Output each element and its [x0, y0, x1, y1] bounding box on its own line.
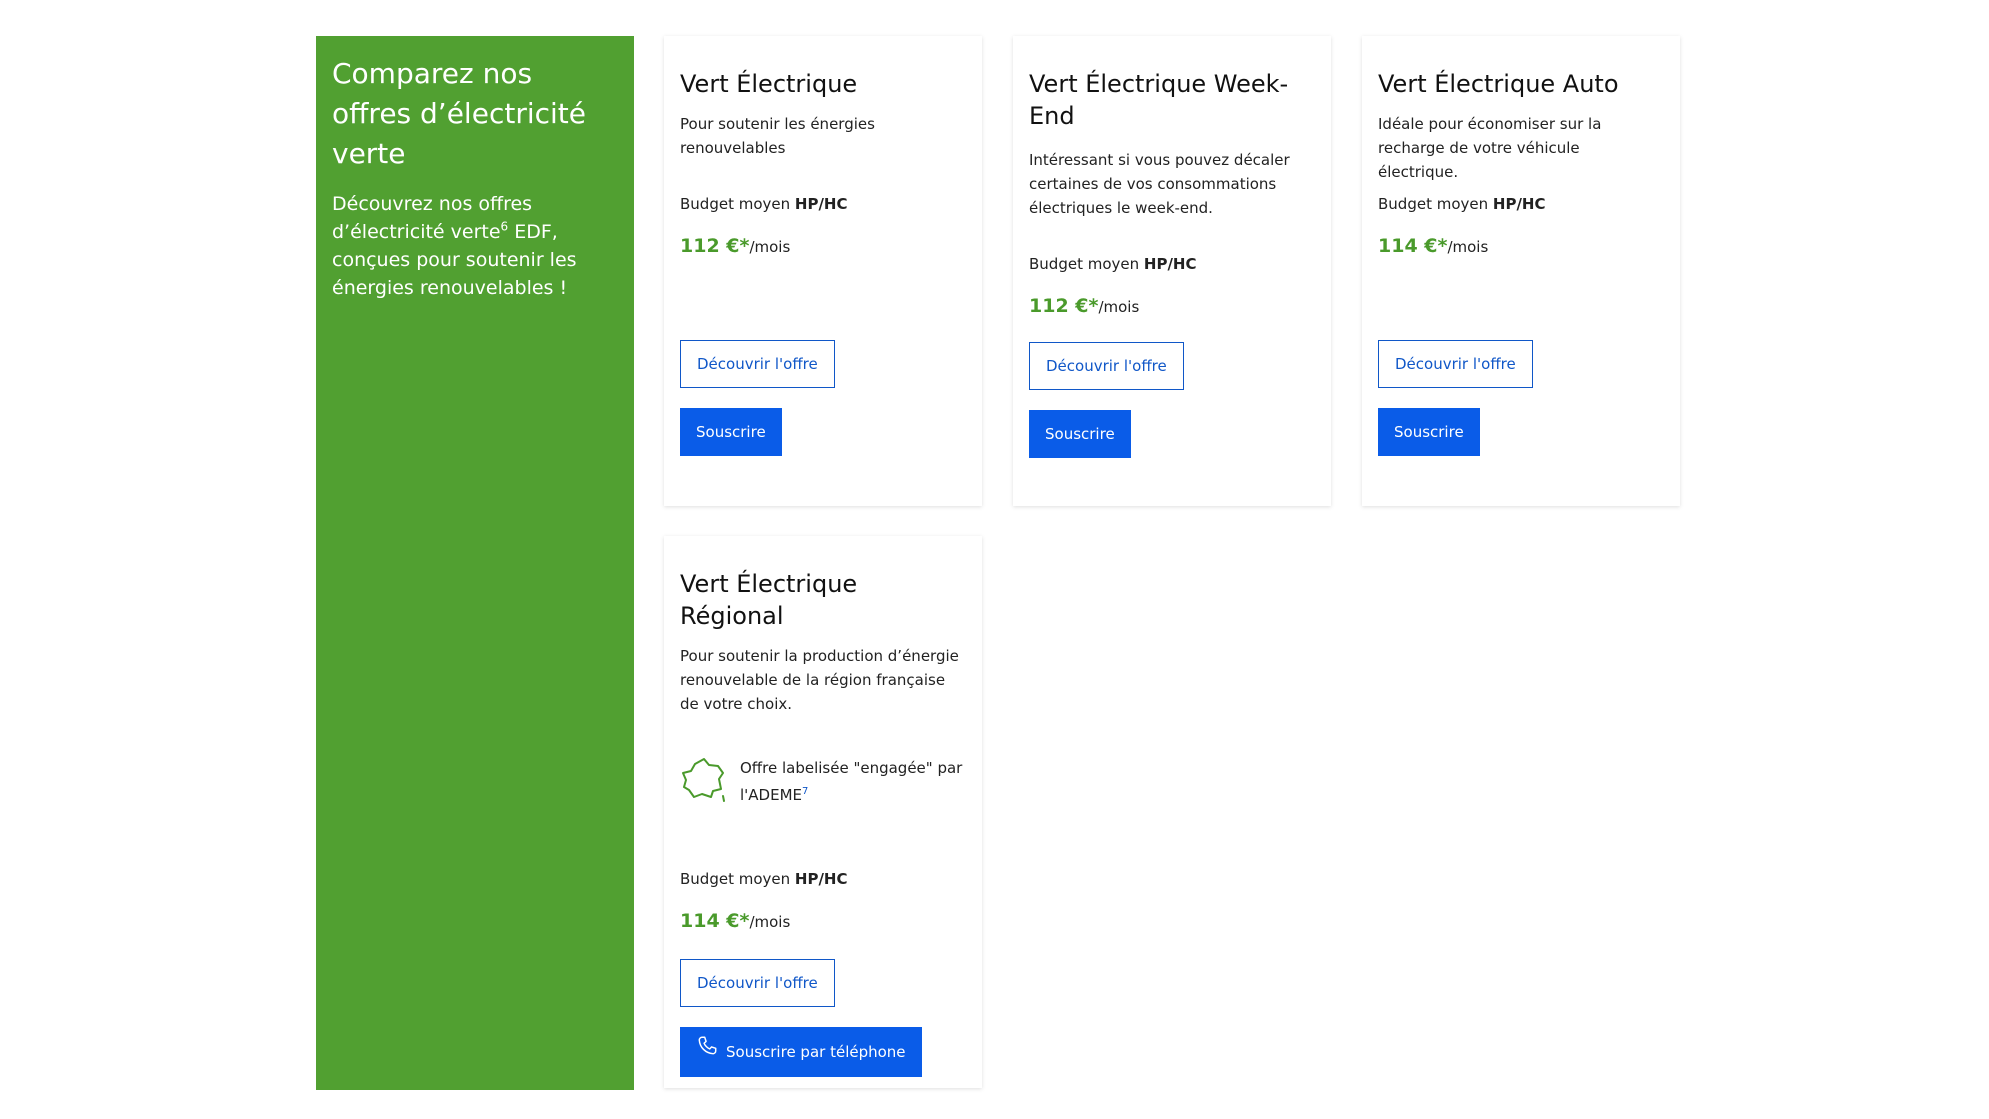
offer-card-vert-electrique-regional: Vert Électrique Régional Pour soutenir l…: [664, 536, 982, 1088]
offer-price: 114 €*/mois: [680, 910, 791, 932]
discover-offer-button[interactable]: Découvrir l'offre: [1029, 342, 1184, 390]
offer-card-vert-electrique-week-end: Vert Électrique Week-End Intéressant si …: [1013, 36, 1331, 506]
offer-price: 114 €*/mois: [1378, 235, 1489, 257]
footnote-7[interactable]: 7: [802, 786, 808, 797]
promo-panel: Comparez nos offres d’électricité verte …: [316, 36, 634, 1090]
promo-text: Découvrez nos offres d’électricité verte…: [332, 193, 577, 299]
france-map-icon: [680, 756, 728, 808]
subscribe-by-phone-label: Souscrire par téléphone: [726, 1043, 906, 1061]
offer-description: Intéressant si vous pouvez décaler certa…: [1029, 151, 1290, 217]
offer-card-vert-electrique-auto: Vert Électrique Auto Idéale pour économi…: [1362, 36, 1680, 506]
discover-offer-button[interactable]: Découvrir l'offre: [1378, 340, 1533, 388]
offer-card-vert-electrique: Vert Électrique Pour soutenir les énergi…: [664, 36, 982, 506]
offer-price: 112 €*/mois: [680, 235, 791, 257]
subscribe-by-phone-button[interactable]: Souscrire par téléphone: [680, 1027, 922, 1077]
promo-title: Comparez nos offres d’électricité verte: [332, 57, 586, 170]
offer-title: Vert Électrique Auto: [1378, 70, 1619, 98]
offer-budget: Budget moyen HP/HC: [680, 195, 848, 213]
offer-budget: Budget moyen HP/HC: [1378, 195, 1546, 213]
offer-title: Vert Électrique Week-End: [1029, 70, 1289, 130]
offer-price: 112 €*/mois: [1029, 295, 1140, 317]
subscribe-button[interactable]: Souscrire: [680, 408, 782, 456]
subscribe-button[interactable]: Souscrire: [1378, 408, 1480, 456]
discover-offer-button[interactable]: Découvrir l'offre: [680, 959, 835, 1007]
phone-icon: [696, 1028, 718, 1076]
discover-offer-button[interactable]: Découvrir l'offre: [680, 340, 835, 388]
subscribe-button[interactable]: Souscrire: [1029, 410, 1131, 458]
offer-budget: Budget moyen HP/HC: [680, 870, 848, 888]
offer-description: Idéale pour économiser sur la recharge d…: [1378, 115, 1602, 181]
offer-description: Pour soutenir les énergies renouvelables: [680, 115, 875, 157]
offer-budget: Budget moyen HP/HC: [1029, 255, 1197, 273]
offer-description: Pour soutenir la production d’énergie re…: [680, 647, 959, 713]
ademe-label: Offre labelisée "engagée" par l'ADEME7: [680, 756, 966, 808]
offer-title: Vert Électrique: [680, 70, 858, 98]
offer-title: Vert Électrique Régional: [680, 570, 858, 630]
ademe-label-text: Offre labelisée "engagée" par l'ADEME: [740, 759, 963, 804]
